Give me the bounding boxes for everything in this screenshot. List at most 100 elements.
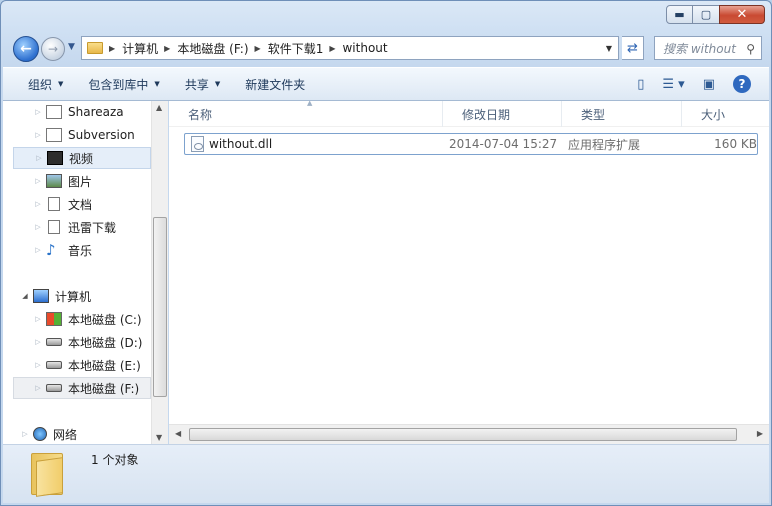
- address-dropdown-icon[interactable]: ▼: [606, 44, 612, 53]
- expander-icon[interactable]: ▷: [33, 338, 43, 346]
- nav-item-label: 图片: [68, 174, 93, 189]
- expander-icon[interactable]: ▷: [33, 223, 43, 231]
- back-button[interactable]: ←: [13, 36, 39, 62]
- expander-icon[interactable]: ▷: [33, 131, 43, 139]
- preview-pane-icon[interactable]: ▣: [703, 77, 715, 92]
- nav-item-label: 迅雷下载: [68, 220, 117, 235]
- chevron-right-icon[interactable]: ▶: [329, 44, 335, 53]
- view-options-icon[interactable]: ☰ ▾: [662, 77, 684, 92]
- caption-buttons: ▬ ▢ ✕: [666, 5, 765, 24]
- minimize-button[interactable]: ▬: [666, 5, 693, 24]
- refresh-button[interactable]: ⇄: [622, 36, 644, 60]
- scroll-right-icon[interactable]: ▶: [757, 429, 763, 438]
- chevron-right-icon[interactable]: ▶: [255, 44, 261, 53]
- sort-ascending-icon: ▲: [307, 99, 313, 107]
- chevron-right-icon[interactable]: ▶: [164, 44, 170, 53]
- document-icon: [48, 197, 60, 211]
- nav-item-music[interactable]: ▷ ♪ 音乐: [3, 239, 151, 261]
- expander-icon[interactable]: ▷: [33, 361, 43, 369]
- column-header-type[interactable]: 类型: [562, 101, 682, 127]
- window-icon: [46, 128, 62, 142]
- breadcrumb-computer[interactable]: 计算机: [122, 40, 158, 57]
- address-bar[interactable]: ▶ 计算机 ▶ 本地磁盘 (F:) ▶ 软件下载1 ▶ without ▼: [81, 36, 619, 60]
- nav-item-label: 音乐: [68, 243, 93, 258]
- expander-icon[interactable]: ▷: [33, 200, 43, 208]
- scrollbar-thumb[interactable]: [153, 217, 167, 397]
- nav-item-drive-e[interactable]: ▷ 本地磁盘 (E:): [3, 354, 151, 376]
- scroll-down-icon[interactable]: ▼: [156, 433, 162, 442]
- search-icon[interactable]: ⚲: [746, 42, 755, 56]
- column-header-name[interactable]: ▲ 名称: [169, 99, 443, 127]
- nav-item-videos[interactable]: ▷ 视频: [13, 147, 151, 169]
- nav-item-xunlei-downloads[interactable]: ▷ 迅雷下载: [3, 216, 151, 238]
- search-input[interactable]: 搜索 without ⚲: [654, 36, 762, 60]
- breadcrumb-downloads[interactable]: 软件下载1: [268, 40, 324, 57]
- nav-item-label: 网络: [53, 427, 78, 442]
- nav-item-network[interactable]: ▷ 网络: [3, 423, 151, 445]
- maximize-button[interactable]: ▢: [692, 5, 720, 24]
- navigation-pane: ▷ Shareaza ▷ Subversion ▷ 视频 ▷ 图片 ▷ 文档 ▷…: [3, 101, 168, 444]
- organize-button[interactable]: 组织 ▼: [28, 76, 63, 93]
- nav-item-shareaza[interactable]: ▷ Shareaza: [3, 101, 151, 123]
- chevron-down-icon: ▼: [58, 80, 64, 88]
- file-size: 160 KB: [714, 137, 757, 151]
- new-folder-button[interactable]: 新建文件夹: [245, 76, 305, 93]
- nav-item-drive-d[interactable]: ▷ 本地磁盘 (D:): [3, 331, 151, 353]
- nav-pane-scrollbar[interactable]: ▲ ▼: [151, 101, 168, 444]
- explorer-window: ▬ ▢ ✕ ← → ▼ ▶ 计算机 ▶ 本地磁盘 (F:) ▶ 软件下载1 ▶ …: [0, 0, 772, 506]
- share-label: 共享: [184, 77, 209, 92]
- file-row[interactable]: without.dll 2014-07-04 15:27 应用程序扩展 160 …: [184, 133, 758, 155]
- nav-item-drive-f[interactable]: ▷ 本地磁盘 (F:): [13, 377, 151, 399]
- file-type: 应用程序扩展: [568, 137, 641, 152]
- nav-item-label: 本地磁盘 (D:): [68, 335, 143, 350]
- collapse-icon[interactable]: ◢: [20, 292, 30, 300]
- forward-button[interactable]: →: [41, 37, 65, 61]
- expander-icon[interactable]: ▷: [34, 154, 44, 162]
- column-header-label: 名称: [188, 107, 213, 122]
- scroll-left-icon[interactable]: ◀: [175, 429, 181, 438]
- expander-icon[interactable]: ▷: [33, 177, 43, 185]
- close-button[interactable]: ✕: [719, 5, 765, 24]
- windows-drive-icon: [46, 312, 62, 326]
- expander-icon[interactable]: ▷: [33, 384, 43, 392]
- nav-item-documents[interactable]: ▷ 文档: [3, 193, 151, 215]
- forward-arrow-icon: →: [47, 42, 59, 56]
- scroll-up-icon[interactable]: ▲: [156, 103, 162, 112]
- nav-item-computer[interactable]: ◢ 计算机: [3, 285, 151, 307]
- include-in-library-button[interactable]: 包含到库中 ▼: [88, 76, 159, 93]
- nav-item-pictures[interactable]: ▷ 图片: [3, 170, 151, 192]
- nav-item-drive-c[interactable]: ▷ 本地磁盘 (C:): [3, 308, 151, 330]
- column-header-modified[interactable]: 修改日期: [443, 101, 562, 127]
- folder-icon: [31, 451, 63, 497]
- new-folder-label: 新建文件夹: [245, 77, 306, 92]
- drive-icon: [46, 338, 62, 346]
- expander-icon[interactable]: ▷: [33, 315, 43, 323]
- nav-item-subversion[interactable]: ▷ Subversion: [3, 124, 151, 146]
- nav-item-label: 本地磁盘 (F:): [68, 381, 140, 396]
- expander-icon[interactable]: ▷: [33, 108, 43, 116]
- picture-icon: [46, 174, 62, 188]
- help-icon[interactable]: ?: [733, 75, 751, 93]
- nav-item-label: 本地磁盘 (E:): [68, 358, 141, 373]
- scrollbar-thumb[interactable]: [189, 428, 737, 441]
- expander-icon[interactable]: ▷: [33, 246, 43, 254]
- breadcrumb-without[interactable]: without: [342, 41, 387, 55]
- expander-icon[interactable]: ▷: [20, 430, 30, 438]
- nav-item-label: 计算机: [55, 289, 92, 304]
- network-icon: [33, 427, 47, 441]
- breadcrumb-drive-f[interactable]: 本地磁盘 (F:): [177, 40, 248, 57]
- back-arrow-icon: ←: [20, 41, 32, 57]
- share-button[interactable]: 共享 ▼: [185, 76, 220, 93]
- film-icon: [47, 151, 63, 165]
- recent-pages-dropdown[interactable]: ▼: [68, 42, 75, 52]
- dll-file-icon: [191, 136, 204, 152]
- chevron-right-icon[interactable]: ▶: [109, 44, 115, 53]
- file-name: without.dll: [209, 137, 273, 151]
- navigation-bar: ← → ▼ ▶ 计算机 ▶ 本地磁盘 (F:) ▶ 软件下载1 ▶ withou…: [11, 36, 763, 62]
- preview-icon[interactable]: ▯: [637, 77, 644, 92]
- item-count: 1 个对象: [91, 453, 139, 467]
- file-list-scrollbar[interactable]: ◀ ▶: [169, 424, 769, 444]
- nav-item-label: Subversion: [68, 128, 135, 142]
- column-header-size[interactable]: 大小: [682, 101, 769, 127]
- nav-item-label: 视频: [69, 151, 94, 166]
